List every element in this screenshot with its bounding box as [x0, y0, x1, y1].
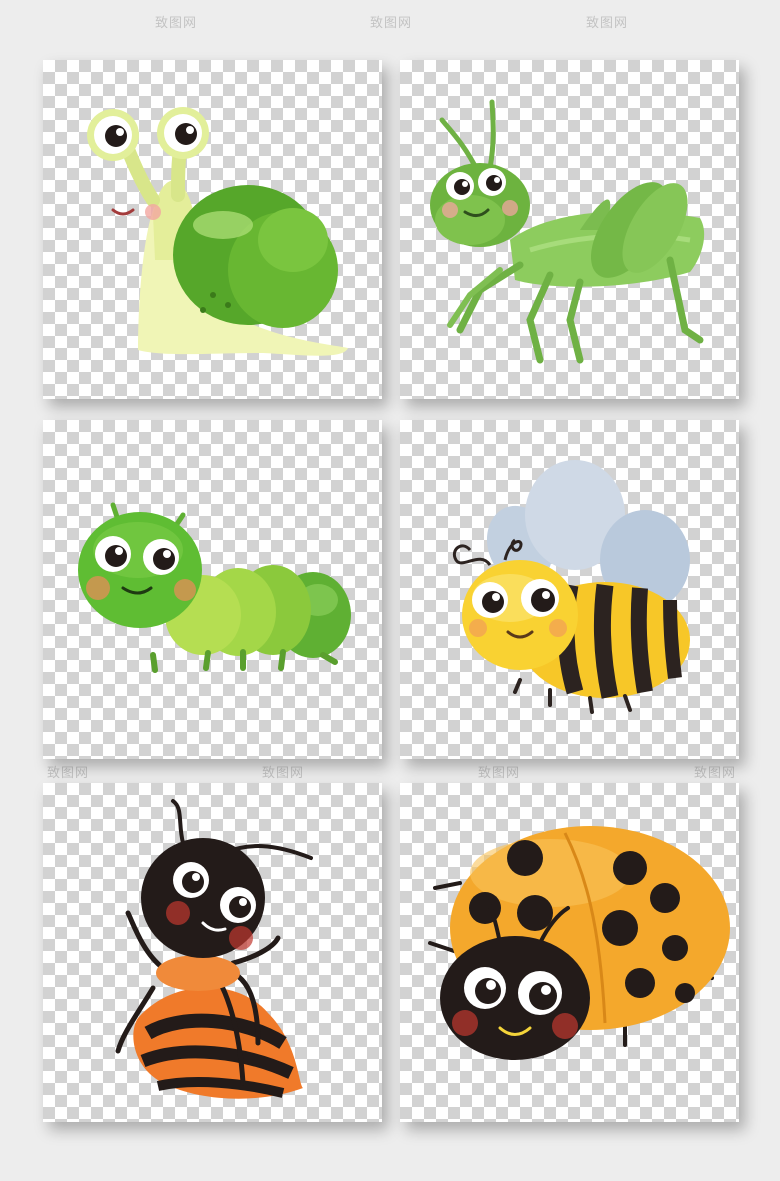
watermark-text: 致图网	[586, 16, 629, 31]
ladybug-icon	[428, 826, 730, 1060]
grasshopper-tile	[400, 60, 739, 399]
grasshopper-icon	[430, 99, 705, 364]
ant-icon	[115, 799, 313, 1099]
caterpillar-tile	[43, 420, 382, 759]
bee-icon	[453, 460, 690, 714]
watermark-text: 致图网	[155, 16, 198, 31]
caterpillar-icon	[78, 502, 351, 673]
watermark-text: 致图网	[47, 766, 90, 781]
watermark-text: 致图网	[694, 766, 737, 781]
watermark-text: 致图网	[262, 766, 305, 781]
bee-tile	[400, 420, 739, 759]
ant-tile	[43, 783, 382, 1122]
watermark-text: 致图网	[478, 766, 521, 781]
snail-tile	[43, 60, 382, 399]
ladybug-tile	[400, 783, 739, 1122]
snail-icon	[87, 107, 348, 356]
watermark-text: 致图网	[370, 16, 413, 31]
